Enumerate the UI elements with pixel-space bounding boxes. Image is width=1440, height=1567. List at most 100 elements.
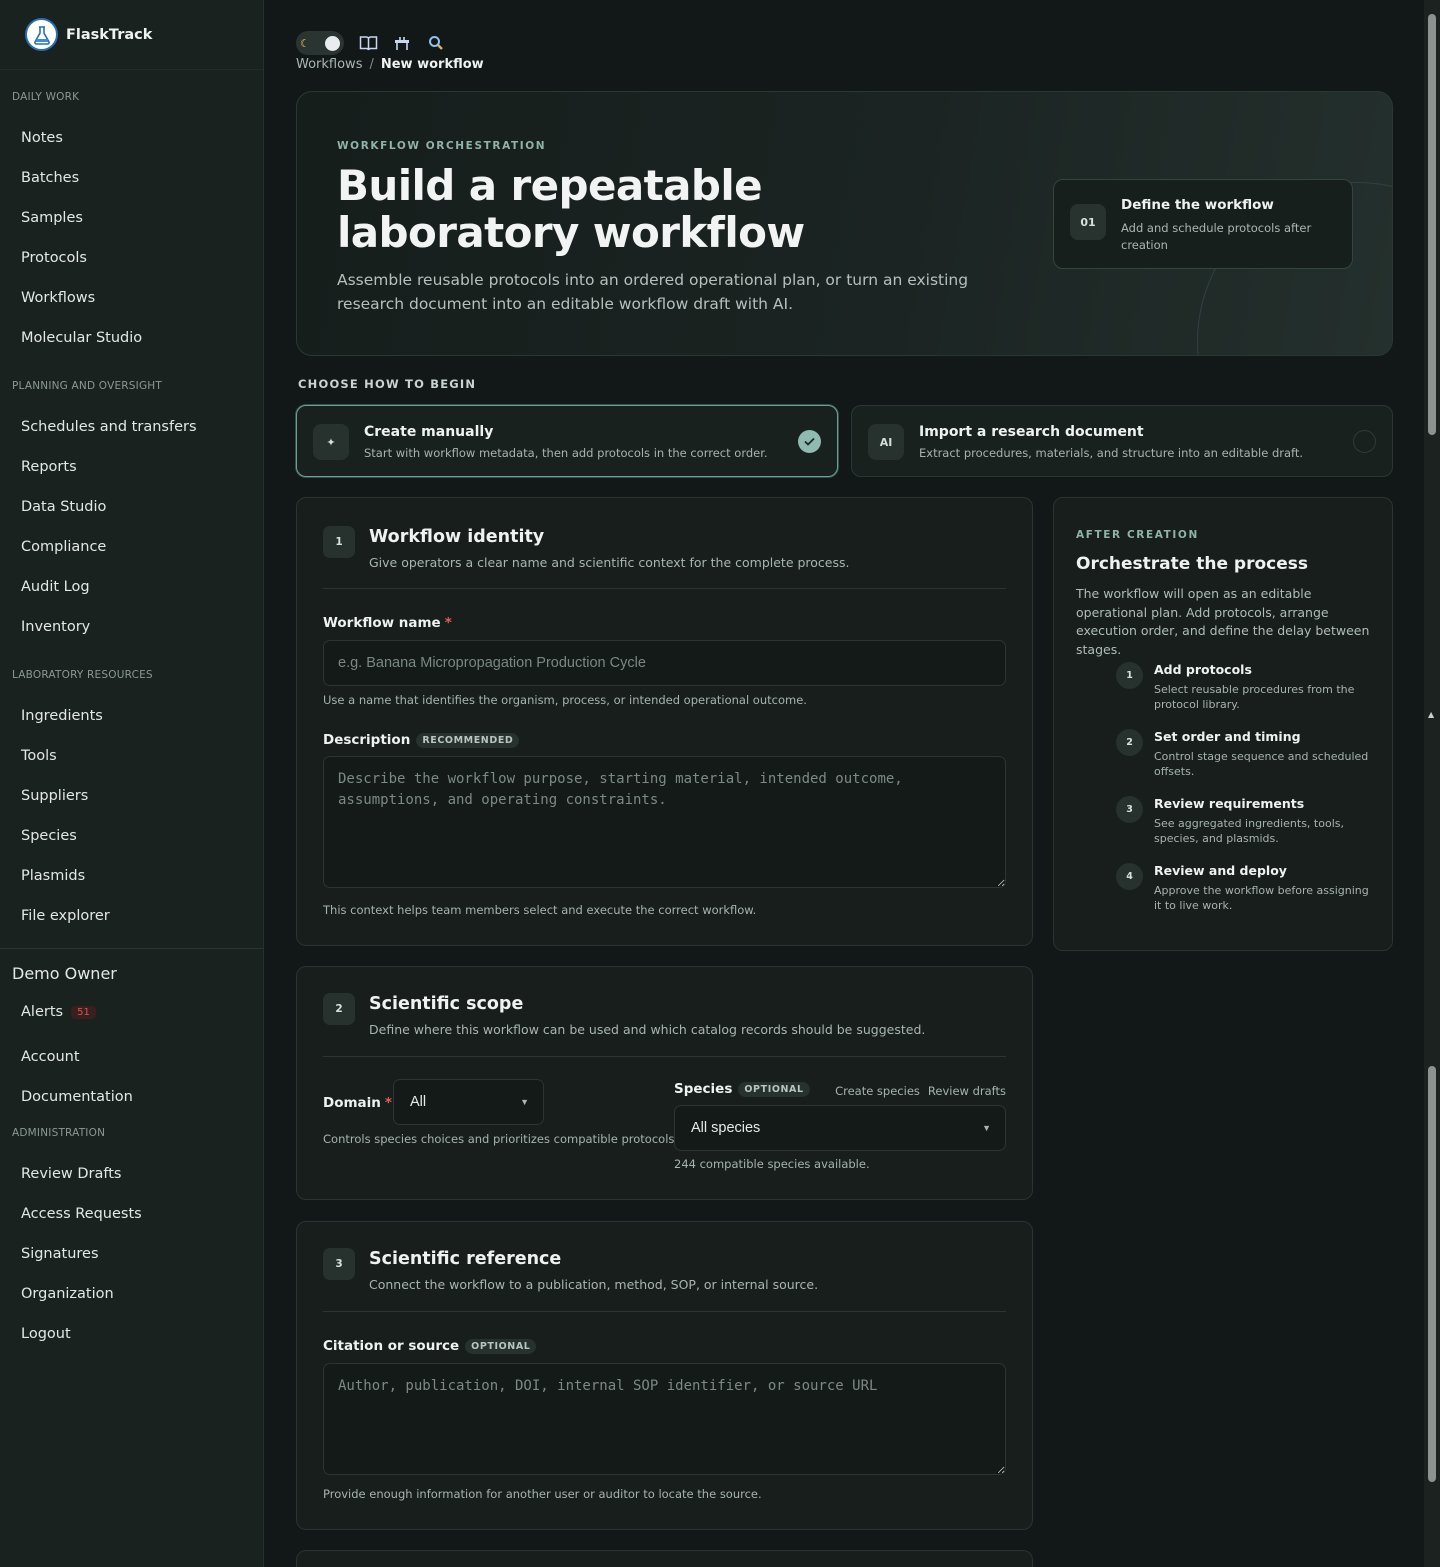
option-description: Extract procedures, materials, and struc… — [919, 446, 1304, 460]
sidebar-item-compliance[interactable]: Compliance — [0, 527, 263, 567]
sidebar-item-logout[interactable]: Logout — [0, 1314, 263, 1354]
check-icon — [798, 430, 821, 453]
brand[interactable]: FlaskTrack — [0, 0, 263, 70]
section-number: 1 — [323, 526, 355, 558]
optional-pill: OPTIONAL — [738, 1081, 810, 1097]
breadcrumb-current: New workflow — [380, 57, 484, 72]
search-icon[interactable] — [426, 33, 446, 53]
hero-description: Assemble reusable protocols into an orde… — [337, 271, 969, 313]
section-divider — [323, 1056, 1006, 1057]
breadcrumb-parent-link[interactable]: Workflows — [296, 57, 362, 72]
chevron-down-icon: ▼ — [520, 1097, 529, 1107]
alerts-label: Alerts — [21, 1004, 64, 1020]
review-drafts-link[interactable]: Review drafts — [928, 1084, 1006, 1098]
sidebar-item-access-requests[interactable]: Access Requests — [0, 1194, 263, 1234]
domain-select-value: All — [410, 1094, 427, 1110]
theme-toggle[interactable]: ☾ — [296, 31, 344, 55]
scroll-up-arrow-icon[interactable]: ▲ — [1428, 710, 1434, 719]
nav-list-administration: Review Drafts Access Requests Signatures… — [0, 1154, 263, 1354]
step-number: 3 — [1116, 796, 1143, 823]
workflow-name-help: Use a name that identifies the organism,… — [323, 693, 807, 707]
sidebar-item-documentation[interactable]: Documentation — [0, 1077, 263, 1117]
section-title: Workflow identity — [369, 527, 545, 547]
workflow-identity-section: 1 Workflow identity Give operators a cle… — [296, 497, 1033, 946]
sidebar-item-notes[interactable]: Notes — [0, 118, 263, 158]
nav-section-administration: ADMINISTRATION — [12, 1127, 106, 1139]
sidebar-item-audit-log[interactable]: Audit Log — [0, 567, 263, 607]
chevron-down-icon: ▼ — [982, 1123, 991, 1133]
required-mark: * — [384, 1095, 392, 1111]
sidebar-item-data-studio[interactable]: Data Studio — [0, 487, 263, 527]
nav-section-planning: PLANNING AND OVERSIGHT — [12, 380, 163, 392]
sidebar-item-reports[interactable]: Reports — [0, 447, 263, 487]
page-scrollbar[interactable]: ▲ — [1424, 0, 1440, 1567]
species-select[interactable]: All species ▼ — [674, 1105, 1006, 1151]
optional-pill: OPTIONAL — [465, 1338, 537, 1354]
sidebar-item-review-drafts[interactable]: Review Drafts — [0, 1154, 263, 1194]
citation-textarea[interactable] — [323, 1363, 1006, 1475]
sidebar-item-inventory[interactable]: Inventory — [0, 607, 263, 647]
book-icon[interactable] — [358, 33, 378, 53]
sidebar-item-schedules[interactable]: Schedules and transfers — [0, 407, 263, 447]
nav-list-planning: Schedules and transfers Reports Data Stu… — [0, 407, 263, 647]
citation-label-text: Citation or source — [323, 1338, 460, 1354]
step-number: 1 — [1116, 662, 1143, 689]
sidebar-item-batches[interactable]: Batches — [0, 158, 263, 198]
description-textarea[interactable] — [323, 756, 1006, 888]
sidebar-item-suppliers[interactable]: Suppliers — [0, 776, 263, 816]
sidebar-item-protocols[interactable]: Protocols — [0, 238, 263, 278]
step-number: 4 — [1116, 863, 1143, 890]
sidebar-item-account[interactable]: Account — [0, 1037, 263, 1077]
sidebar-item-tools[interactable]: Tools — [0, 736, 263, 776]
toggle-knob — [325, 35, 340, 51]
sidebar-item-species[interactable]: Species — [0, 816, 263, 856]
required-mark: * — [444, 615, 452, 631]
workflow-name-input[interactable] — [323, 640, 1006, 686]
bench-icon[interactable] — [392, 33, 412, 53]
domain-label-text: Domain — [323, 1095, 381, 1111]
sidebar-item-plasmids[interactable]: Plasmids — [0, 856, 263, 896]
nav-list-account: Account Documentation — [0, 1037, 263, 1117]
panel-eyebrow: AFTER CREATION — [1076, 529, 1199, 541]
sidebar-item-file-explorer[interactable]: File explorer — [0, 896, 263, 936]
nav-list-resources: Ingredients Tools Suppliers Species Plas… — [0, 696, 263, 936]
sidebar-item-samples[interactable]: Samples — [0, 198, 263, 238]
hero-step-subtitle: Add and schedule protocols after creatio… — [1121, 221, 1312, 252]
domain-label: Domain * — [323, 1095, 392, 1111]
sidebar: FlaskTrack DAILY WORK Notes Batches Samp… — [0, 0, 264, 1567]
sidebar-item-organization[interactable]: Organization — [0, 1274, 263, 1314]
option-import-document[interactable]: AI Import a research document Extract pr… — [851, 405, 1393, 477]
sidebar-item-molecular-studio[interactable]: Molecular Studio — [0, 318, 263, 358]
step-title: Add protocols — [1154, 662, 1252, 677]
panel-title: Orchestrate the process — [1076, 554, 1308, 574]
sidebar-item-alerts[interactable]: Alerts 51 — [0, 992, 263, 1032]
nav-section-resources: LABORATORY RESOURCES — [12, 669, 153, 681]
create-species-link[interactable]: Create species — [835, 1084, 920, 1098]
option-title: Create manually — [364, 424, 494, 440]
scrollbar-thumb[interactable] — [1428, 14, 1436, 435]
next-section-card — [296, 1550, 1033, 1567]
hero-step-number: 01 — [1070, 204, 1106, 240]
nav-section-daily-work: DAILY WORK — [12, 91, 80, 103]
section-divider — [323, 588, 1006, 589]
section-divider — [323, 1311, 1006, 1312]
recommended-pill: RECOMMENDED — [416, 732, 520, 748]
species-select-value: All species — [691, 1120, 761, 1136]
domain-select[interactable]: All ▼ — [393, 1079, 544, 1125]
scientific-reference-section: 3 Scientific reference Connect the workf… — [296, 1221, 1033, 1530]
hero-banner: WORKFLOW ORCHESTRATION Build a repeatabl… — [296, 91, 1393, 356]
citation-help: Provide enough information for another u… — [323, 1487, 762, 1501]
scrollbar-thumb-secondary[interactable] — [1428, 1066, 1436, 1482]
sidebar-item-signatures[interactable]: Signatures — [0, 1234, 263, 1274]
hero-step-card: 01 Define the workflow Add and schedule … — [1053, 179, 1353, 269]
species-label: Species OPTIONAL — [674, 1081, 810, 1097]
option-description: Start with workflow metadata, then add p… — [364, 446, 768, 460]
sidebar-item-ingredients[interactable]: Ingredients — [0, 696, 263, 736]
option-create-manually[interactable]: ✦ Create manually Start with workflow me… — [296, 405, 838, 477]
option-title: Import a research document — [919, 424, 1144, 440]
step-subtitle: Approve the workflow before assigning it… — [1154, 884, 1369, 912]
user-name[interactable]: Demo Owner — [0, 964, 263, 983]
sidebar-item-workflows[interactable]: Workflows — [0, 278, 263, 318]
section-title: Scientific scope — [369, 994, 524, 1014]
sidebar-divider — [0, 948, 263, 949]
